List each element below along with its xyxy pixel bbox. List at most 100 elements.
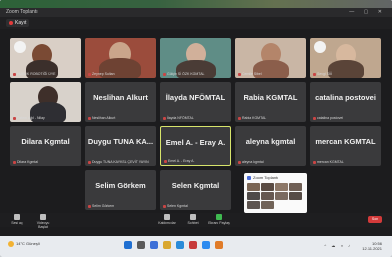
app-icon[interactable] bbox=[189, 241, 197, 249]
participant-tile[interactable]: Sevgi Sİİİ bbox=[310, 38, 381, 78]
share-screen-icon bbox=[216, 214, 222, 220]
mic-muted-icon bbox=[164, 159, 167, 163]
participant-label: Selim Görkem bbox=[92, 204, 115, 208]
participant-tile[interactable]: Cemile Sibel bbox=[235, 38, 306, 78]
mic-muted-icon bbox=[88, 72, 91, 76]
zoom-icon bbox=[247, 175, 251, 180]
participant-tile[interactable]: Zeynep Sultan bbox=[85, 38, 156, 78]
participant-label: Dilara Kgmtal bbox=[17, 160, 39, 164]
shared-screen-preview[interactable]: Zoom Toplantı bbox=[244, 173, 307, 213]
windows-taskbar: 14°C Güneşli ^ ☁ ◑ ♪ 10:56 12.11.2021 bbox=[0, 236, 392, 257]
participant-name: İlayda NFÖMTAL bbox=[165, 93, 226, 102]
date-text: 12.11.2021 bbox=[362, 246, 382, 251]
participant-tile[interactable]: Dilara Kgmtal Dilara Kgmtal bbox=[10, 126, 81, 166]
video-button[interactable]: Videoyu Başlat bbox=[32, 214, 54, 229]
participant-label: Cemile Sibel bbox=[242, 72, 262, 76]
participant-name: Neslihan Alkurt bbox=[93, 93, 148, 102]
participant-label: Sevgi Sİİİ bbox=[317, 72, 332, 76]
participant-name: Dilara Kgmtal bbox=[21, 137, 70, 146]
participant-name: aleyna kgmtal bbox=[245, 137, 296, 146]
participant-label: HUKUK ROBOTİĞİ ÜYE bbox=[17, 72, 56, 76]
mic-muted-icon bbox=[88, 116, 91, 120]
participant-label: Gülçin Sİ ÖZK KGMTAL bbox=[167, 72, 205, 76]
participant-tile[interactable]: Özlem Ağıl - Nilay bbox=[10, 82, 81, 122]
chat-button[interactable]: Sohbet bbox=[182, 214, 204, 225]
participant-label: Rabia KGMTAL bbox=[242, 116, 267, 120]
participant-name: Duygu TUNA KA... bbox=[87, 137, 154, 146]
mic-muted-icon bbox=[238, 72, 241, 76]
participant-tile[interactable]: Neslihan Alkurt Neslihan Alkurt bbox=[85, 82, 156, 122]
participant-label: mercan KGMTAL bbox=[317, 160, 344, 164]
meeting-controls: Sesi aç Videoyu Başlat Katılımcılar Sohb… bbox=[0, 213, 392, 229]
participant-name: mercan KGMTAL bbox=[315, 137, 376, 146]
participant-tile[interactable]: HUKUK ROBOTİĞİ ÜYE bbox=[10, 38, 81, 78]
mic-muted-icon bbox=[163, 116, 166, 120]
participant-name: Selen Kgmtal bbox=[171, 181, 220, 190]
logo-icon bbox=[314, 41, 326, 53]
mic-muted-icon bbox=[163, 204, 166, 208]
participant-name: catalina postovei bbox=[315, 93, 376, 102]
zoom-meeting-window: Zoom Toplantı — ▢ ✕ Kayıt HUKUK ROBOTİĞİ… bbox=[0, 0, 392, 257]
participant-label: catalina postovei bbox=[317, 116, 344, 120]
recording-label: Kayıt bbox=[15, 20, 27, 26]
participant-name: Emel A. - Eray A. bbox=[165, 138, 226, 147]
participant-name: Selim Görkem bbox=[95, 181, 146, 190]
participant-tile[interactable]: Gülçin Sİ ÖZK KGMTAL bbox=[160, 38, 231, 78]
participant-tile[interactable]: catalina postovei catalina postovei bbox=[310, 82, 381, 122]
logo-icon bbox=[14, 41, 26, 53]
window-controls[interactable]: — ▢ ✕ bbox=[349, 8, 386, 17]
taskbar-apps bbox=[124, 241, 223, 249]
participant-tile[interactable]: Selim Görkem Selim Görkem bbox=[85, 170, 156, 210]
participant-tile-active-speaker[interactable]: Emel A. - Eray A. Emel A. - Eray A. bbox=[160, 126, 231, 166]
participants-button[interactable]: Katılımcılar bbox=[156, 214, 178, 225]
end-meeting-button[interactable]: Son bbox=[368, 216, 382, 223]
participant-label: İlayda NFÖMTAL bbox=[167, 116, 194, 120]
mic-muted-icon bbox=[313, 72, 316, 76]
share-screen-button[interactable]: Ekranı Paylaş bbox=[208, 214, 230, 225]
participant-grid: HUKUK ROBOTİĞİ ÜYE Zeynep Sultan Gülçin … bbox=[10, 38, 382, 210]
participant-tile[interactable]: aleyna kgmtal aleyna kgmtal bbox=[235, 126, 306, 166]
start-icon[interactable] bbox=[124, 241, 132, 249]
mic-muted-icon bbox=[313, 116, 316, 120]
participant-label: Neslihan Alkurt bbox=[92, 116, 116, 120]
participant-tile[interactable]: Rabia KGMTAL Rabia KGMTAL bbox=[235, 82, 306, 122]
window-title: Zoom Toplantı bbox=[6, 9, 38, 15]
participant-tile[interactable]: Duygu TUNA KA... Duygu TUNA KAYKSL ÇEVİT… bbox=[85, 126, 156, 166]
search-icon[interactable] bbox=[137, 241, 145, 249]
mic-muted-icon bbox=[238, 160, 241, 164]
edge-icon[interactable] bbox=[176, 241, 184, 249]
system-tray[interactable]: ^ ☁ ◑ ♪ bbox=[324, 243, 352, 248]
participant-tile[interactable]: mercan KGMTAL mercan KGMTAL bbox=[310, 126, 381, 166]
thumbnail-grid bbox=[247, 183, 304, 210]
participant-label: Özlem Ağıl - Nilay bbox=[17, 116, 45, 120]
zoom-app-icon[interactable] bbox=[202, 241, 210, 249]
meeting-topbar: Kayıt bbox=[0, 17, 392, 29]
mic-muted-icon bbox=[163, 72, 166, 76]
participant-label: aleyna kgmtal bbox=[242, 160, 264, 164]
clock[interactable]: 10:56 12.11.2021 bbox=[362, 241, 382, 251]
file-explorer-icon[interactable] bbox=[163, 241, 171, 249]
recording-indicator[interactable]: Kayıt bbox=[6, 19, 30, 27]
participant-label: Selen Kgmtal bbox=[167, 204, 188, 208]
mic-muted-icon bbox=[88, 160, 91, 164]
mic-muted-icon bbox=[13, 116, 16, 120]
participant-label: Duygu TUNA KAYKSL ÇEVİT YAYIN bbox=[92, 160, 149, 164]
weather-widget[interactable]: 14°C Güneşli bbox=[8, 241, 40, 247]
participant-label: Emel A. - Eray A. bbox=[168, 159, 195, 163]
record-icon bbox=[9, 20, 13, 25]
mic-muted-icon bbox=[88, 204, 91, 208]
shared-window-title: Zoom Toplantı bbox=[253, 175, 279, 180]
screen-top-edge bbox=[0, 0, 392, 8]
task-view-icon[interactable] bbox=[150, 241, 158, 249]
sun-icon bbox=[8, 241, 14, 247]
microphone-icon bbox=[14, 214, 20, 220]
mic-muted-icon bbox=[13, 160, 16, 164]
participant-tile[interactable]: Selen Kgmtal Selen Kgmtal bbox=[160, 170, 231, 210]
mic-muted-icon bbox=[313, 160, 316, 164]
participant-label: Zeynep Sultan bbox=[92, 72, 115, 76]
mute-button[interactable]: Sesi aç bbox=[6, 214, 28, 225]
participant-tile[interactable]: İlayda NFÖMTAL İlayda NFÖMTAL bbox=[160, 82, 231, 122]
participant-name: Rabia KGMTAL bbox=[243, 93, 298, 102]
app-icon[interactable] bbox=[215, 241, 223, 249]
chat-icon bbox=[190, 214, 196, 220]
